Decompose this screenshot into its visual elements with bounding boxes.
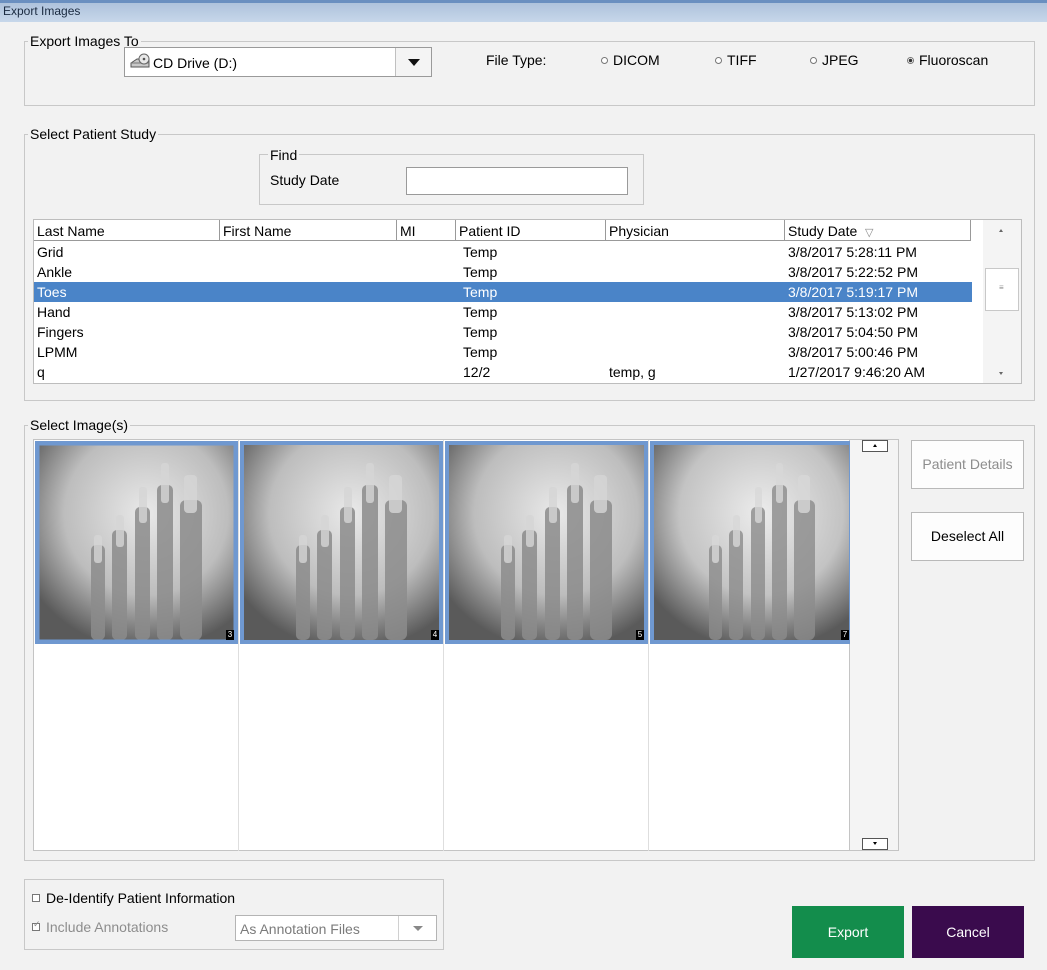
- include-annotations-checkbox[interactable]: Include Annotations: [32, 919, 168, 935]
- checkbox-checked-icon: [32, 919, 41, 931]
- radio-fluoroscan[interactable]: Fluoroscan: [907, 52, 988, 68]
- drive-value: CD Drive (D:): [153, 55, 237, 71]
- annotation-format-select[interactable]: As Annotation Files: [235, 915, 437, 941]
- xray-thumbnail[interactable]: 3: [35, 441, 238, 644]
- cell-date: 3/8/2017 5:13:02 PM: [788, 304, 918, 320]
- annotation-format-value: As Annotation Files: [240, 921, 360, 937]
- select-images-legend: Select Image(s): [30, 417, 129, 433]
- scroll-down-icon[interactable]: [999, 372, 1003, 375]
- study-date-label: Study Date: [270, 172, 340, 188]
- cd-drive-icon: [130, 53, 150, 68]
- export-button[interactable]: Export: [792, 906, 904, 958]
- cell-date: 3/8/2017 5:19:17 PM: [788, 284, 918, 300]
- column-header-mi[interactable]: MI: [397, 220, 456, 241]
- images-scrollbar[interactable]: [850, 439, 899, 851]
- column-header-last-name[interactable]: Last Name: [34, 220, 220, 241]
- foot-xray-image: [244, 445, 439, 640]
- cell-date: 3/8/2017 5:00:46 PM: [788, 344, 918, 360]
- radio-tiff[interactable]: TIFF: [715, 52, 757, 68]
- chevron-down-icon[interactable]: [398, 916, 436, 940]
- cell-last: q: [37, 364, 45, 380]
- radio-icon: [810, 57, 817, 64]
- table-row[interactable]: q 12/2 temp, g 1/27/2017 9:46:20 AM: [34, 362, 972, 382]
- find-legend: Find: [268, 147, 300, 163]
- cell-date: 1/27/2017 9:46:20 AM: [788, 364, 925, 380]
- file-type-label: File Type:: [486, 52, 547, 68]
- select-patient-study-legend: Select Patient Study: [30, 126, 157, 142]
- cell-last: Toes: [37, 284, 67, 300]
- xray-thumbnail[interactable]: 5: [445, 441, 648, 644]
- cancel-button[interactable]: Cancel: [912, 906, 1024, 958]
- chevron-down-icon[interactable]: [395, 48, 431, 76]
- column-header-first-name[interactable]: First Name: [220, 220, 397, 241]
- radio-jpeg[interactable]: JPEG: [810, 52, 859, 68]
- patient-study-table: Last Name First Name MI Patient ID Physi…: [33, 219, 1022, 384]
- cell-pid: Temp: [463, 264, 498, 280]
- column-header-study-date[interactable]: Study Date ▽: [785, 220, 971, 241]
- cell-last: Grid: [37, 244, 64, 260]
- scroll-up-icon[interactable]: [862, 440, 888, 452]
- cell-pid: 12/2: [463, 364, 491, 380]
- checkbox-icon: [32, 894, 40, 902]
- table-row[interactable]: Hand Temp 3/8/2017 5:13:02 PM: [34, 302, 972, 322]
- cell-pid: Temp: [463, 324, 498, 340]
- table-row[interactable]: Fingers Temp 3/8/2017 5:04:50 PM: [34, 322, 972, 342]
- foot-xray-image: [449, 445, 644, 640]
- table-row[interactable]: Grid Temp 3/8/2017 5:28:11 PM: [34, 242, 972, 262]
- deselect-all-button[interactable]: Deselect All: [911, 512, 1024, 561]
- column-header-physician[interactable]: Physician: [606, 220, 785, 241]
- foot-xray-image: [39, 445, 234, 640]
- cell-date: 3/8/2017 5:28:11 PM: [788, 244, 917, 260]
- xray-thumbnail[interactable]: 4: [240, 441, 443, 644]
- scroll-up-icon[interactable]: [999, 229, 1003, 232]
- table-row[interactable]: Toes Temp 3/8/2017 5:19:17 PM: [34, 282, 972, 302]
- cell-pid: Temp: [463, 304, 498, 320]
- cell-date: 3/8/2017 5:22:52 PM: [788, 264, 918, 280]
- patient-details-button[interactable]: Patient Details: [911, 440, 1024, 489]
- cell-last: LPMM: [37, 344, 78, 360]
- image-number-badge: 7: [841, 630, 849, 640]
- image-thumbnail-panel: 3 4 5 7: [33, 439, 853, 851]
- radio-icon: [907, 57, 914, 64]
- cell-pid: Temp: [463, 284, 498, 300]
- study-date-input[interactable]: [406, 167, 628, 195]
- image-number-badge: 5: [636, 630, 644, 640]
- table-row[interactable]: Ankle Temp 3/8/2017 5:22:52 PM: [34, 262, 972, 282]
- radio-dicom[interactable]: DICOM: [601, 52, 660, 68]
- scroll-down-icon[interactable]: [862, 838, 888, 850]
- image-number-badge: 3: [226, 630, 234, 640]
- radio-icon: [601, 57, 608, 64]
- xray-thumbnail[interactable]: 7: [650, 441, 853, 644]
- cell-last: Fingers: [37, 324, 84, 340]
- empty-thumbnail-row: [34, 645, 849, 851]
- cell-date: 3/8/2017 5:04:50 PM: [788, 324, 918, 340]
- cell-pid: Temp: [463, 344, 498, 360]
- table-row[interactable]: LPMM Temp 3/8/2017 5:00:46 PM: [34, 342, 972, 362]
- cell-last: Ankle: [37, 264, 73, 280]
- cell-pid: Temp: [463, 244, 498, 260]
- image-number-badge: 4: [431, 630, 439, 640]
- cell-physician: temp, g: [609, 364, 656, 380]
- sort-descending-icon: ▽: [865, 227, 874, 239]
- window-title: Export Images: [3, 4, 81, 18]
- title-bar: Export Images: [0, 0, 1047, 22]
- foot-xray-image: [654, 445, 849, 640]
- deidentify-checkbox[interactable]: De-Identify Patient Information: [32, 890, 235, 906]
- cell-last: Hand: [37, 304, 71, 320]
- scrollbar-thumb[interactable]: [985, 268, 1019, 311]
- radio-icon: [715, 57, 722, 64]
- column-header-patient-id[interactable]: Patient ID: [456, 220, 606, 241]
- drive-select[interactable]: CD Drive (D:): [124, 47, 432, 77]
- table-scrollbar[interactable]: [983, 220, 1021, 383]
